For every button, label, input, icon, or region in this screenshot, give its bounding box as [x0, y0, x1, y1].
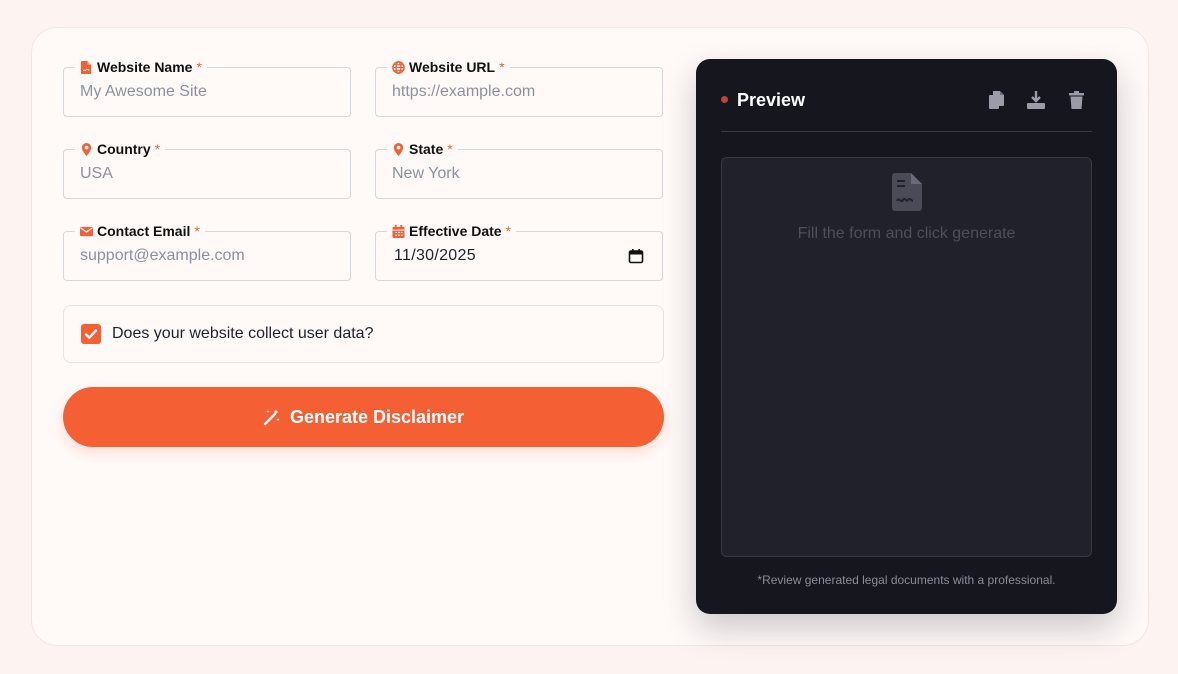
calendar-icon [392, 224, 405, 238]
contact-email-field[interactable]: Contact Email * [63, 222, 351, 281]
country-field[interactable]: Country * [63, 140, 351, 199]
document-icon [892, 173, 922, 211]
status-dot [721, 96, 728, 103]
copy-icon [988, 91, 1004, 109]
website-url-field[interactable]: Website URL * [375, 58, 663, 117]
calendar-picker-icon[interactable] [628, 248, 644, 264]
country-input[interactable] [64, 150, 350, 198]
effective-date-label-text: Effective Date [409, 223, 502, 239]
preview-output: Fill the form and click generate [721, 157, 1092, 557]
website-name-field[interactable]: Website Name * [63, 58, 351, 117]
preview-title: Preview [737, 90, 806, 110]
website-url-input[interactable] [376, 68, 662, 116]
contact-email-input[interactable] [64, 232, 350, 280]
preview-footnote: *Review generated legal documents with a… [757, 573, 1056, 587]
effective-date-input[interactable]: 11/30/2025 [394, 247, 476, 265]
collect-data-label: Does your website collect user data? [112, 325, 374, 342]
effective-date-label: Effective Date * [387, 222, 517, 240]
website-name-input[interactable] [64, 68, 350, 116]
effective-date-field[interactable]: Effective Date * 11/30/2025 [375, 222, 663, 281]
download-icon [1027, 91, 1045, 109]
collect-data-option[interactable]: Does your website collect user data? [63, 305, 664, 363]
magic-wand-icon [263, 409, 280, 426]
required-mark: * [505, 223, 512, 239]
generate-button-label: Generate Disclaimer [289, 406, 465, 427]
state-field[interactable]: State * [375, 140, 663, 199]
copy-button[interactable] [987, 90, 1005, 110]
trash-icon [1068, 91, 1084, 109]
preview-divider [721, 131, 1092, 132]
preview-panel: Preview Fill the form and click generate… [696, 59, 1117, 614]
download-button[interactable] [1027, 90, 1045, 110]
preview-empty-text: Fill the form and click generate [797, 225, 1016, 242]
state-input[interactable] [376, 150, 662, 198]
generate-disclaimer-button[interactable]: Generate Disclaimer [63, 387, 664, 447]
check-icon [84, 329, 98, 339]
collect-data-checkbox[interactable] [81, 324, 101, 344]
delete-button[interactable] [1067, 90, 1085, 110]
